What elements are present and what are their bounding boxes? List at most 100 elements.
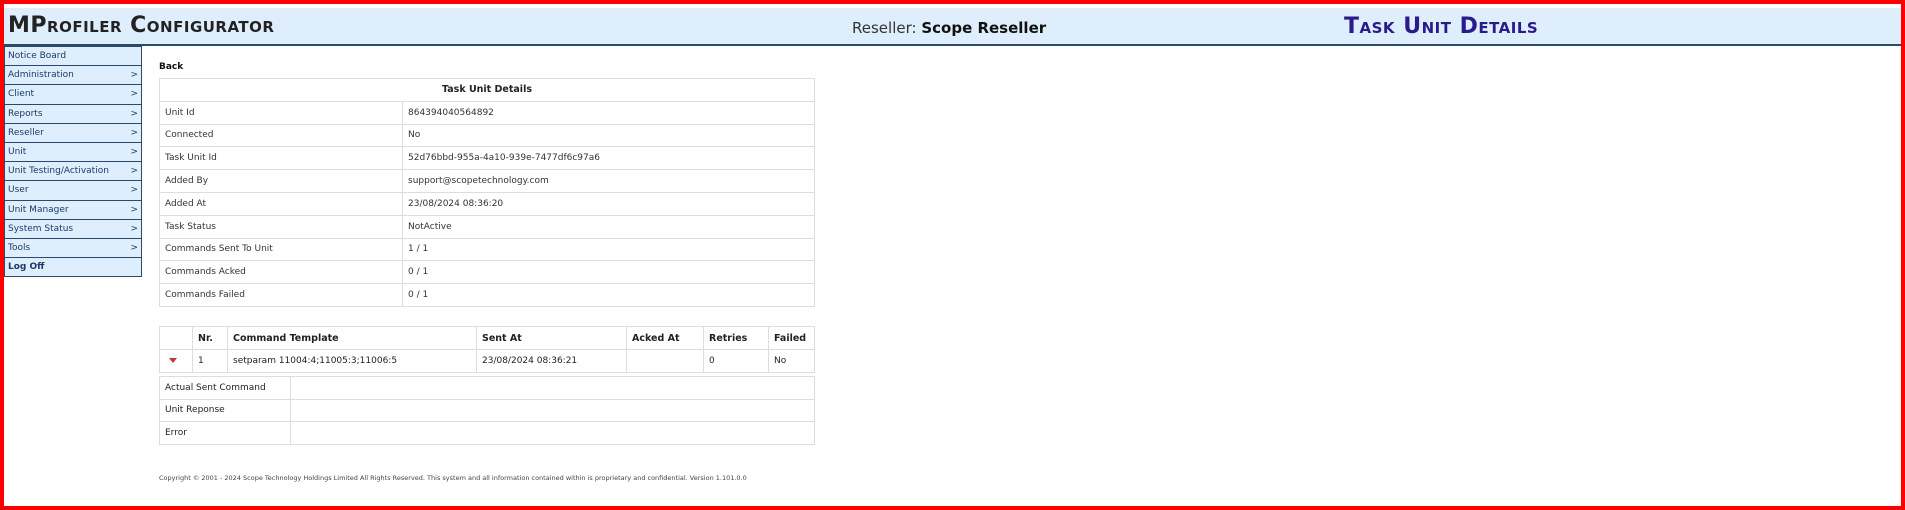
sidebar-item-unit-testing[interactable]: Unit Testing/Activation >	[5, 162, 141, 182]
table-row: Task Status NotActive	[159, 214, 815, 239]
page-frame: MProfiler Configurator Reseller: Scope R…	[4, 4, 1901, 506]
table-row: Added At 23/08/2024 08:36:20	[159, 191, 815, 216]
sidebar-item-label: Unit Manager	[8, 204, 69, 215]
sidebar-item-log-off[interactable]: Log Off	[5, 258, 141, 276]
chevron-right-icon: >	[130, 242, 138, 253]
chevron-right-icon: >	[130, 89, 138, 100]
sub-value	[290, 421, 815, 445]
detail-value: No	[402, 123, 815, 148]
detail-label: Task Status	[159, 214, 403, 239]
sidebar-item-unit-manager[interactable]: Unit Manager >	[5, 201, 141, 220]
table-row: Connected No	[159, 123, 815, 148]
col-header-expand	[159, 326, 193, 350]
chevron-right-icon: >	[130, 127, 138, 138]
table-row: Task Unit Id 52d76bbd-955a-4a10-939e-7477…	[159, 146, 815, 171]
cell-retries: 0	[703, 349, 769, 373]
table-row: Error	[159, 421, 815, 445]
chevron-right-icon: >	[130, 223, 138, 234]
chevron-right-icon: >	[130, 185, 138, 196]
sidebar-item-label: Reports	[8, 108, 43, 119]
detail-value: 0 / 1	[402, 260, 815, 285]
table-row: Commands Failed 0 / 1	[159, 283, 815, 307]
detail-label: Unit Id	[159, 100, 403, 125]
sidebar-item-unit[interactable]: Unit >	[5, 143, 141, 163]
chevron-right-icon: >	[130, 166, 138, 177]
detail-value: support@scopetechnology.com	[402, 169, 815, 193]
back-link[interactable]: Back	[159, 62, 183, 72]
sub-value	[290, 376, 815, 400]
cell-acked-at	[626, 349, 704, 373]
detail-value: 1 / 1	[402, 237, 815, 262]
sidebar-item-label: Unit Testing/Activation	[8, 166, 109, 177]
app-title: MProfiler Configurator	[8, 13, 275, 38]
col-header-nr: Nr.	[192, 326, 228, 350]
sidebar-menu: Notice Board Administration > Client > Rep…	[4, 46, 142, 278]
col-header-sent-at: Sent At	[476, 326, 627, 350]
detail-label: Added At	[159, 191, 403, 216]
sidebar-item-reseller[interactable]: Reseller >	[5, 124, 141, 143]
detail-label: Connected	[159, 123, 403, 148]
sidebar-item-label: Tools	[8, 242, 31, 253]
col-header-retries: Retries	[703, 326, 769, 350]
sidebar-item-reports[interactable]: Reports >	[5, 105, 141, 124]
detail-value: 23/08/2024 08:36:20	[402, 191, 815, 216]
sidebar-item-client[interactable]: Client >	[5, 85, 141, 105]
sub-label: Error	[159, 421, 291, 445]
command-detail-table: Actual Sent Command Unit Reponse Error	[159, 376, 815, 445]
detail-value: 52d76bbd-955a-4a10-939e-7477df6c97a6	[402, 146, 815, 171]
detail-label: Commands Sent To Unit	[159, 237, 403, 262]
chevron-right-icon: >	[130, 204, 138, 215]
sidebar-item-label: Client	[8, 89, 35, 100]
page-title: Task Unit Details	[1344, 14, 1539, 39]
reseller-label: Reseller:	[852, 19, 917, 37]
details-heading: Task Unit Details	[159, 78, 815, 102]
table-row: Commands Sent To Unit 1 / 1	[159, 237, 815, 262]
sub-label: Actual Sent Command	[159, 376, 291, 400]
sidebar-item-notice-board[interactable]: Notice Board	[5, 47, 141, 67]
detail-value: 0 / 1	[402, 283, 815, 307]
sidebar-item-label: Reseller	[8, 127, 44, 138]
sidebar-item-system-status[interactable]: System Status >	[5, 220, 141, 239]
sidebar-item-label: Administration	[8, 70, 74, 81]
detail-label: Commands Acked	[159, 260, 403, 285]
table-row: Actual Sent Command	[159, 376, 815, 400]
detail-label: Added By	[159, 169, 403, 193]
sidebar-item-label: Unit	[8, 146, 27, 157]
caret-down-icon[interactable]	[169, 358, 177, 363]
cell-failed: No	[768, 349, 815, 373]
commands-header-row: Nr. Command Template Sent At Acked At Re…	[159, 326, 815, 350]
sidebar-item-user[interactable]: User >	[5, 181, 141, 201]
sub-label: Unit Reponse	[159, 398, 291, 422]
table-row: Commands Acked 0 / 1	[159, 260, 815, 285]
cell-sent-at: 23/08/2024 08:36:21	[476, 349, 627, 373]
reseller-name: Scope Reseller	[921, 19, 1047, 37]
col-header-failed: Failed	[768, 326, 815, 350]
detail-label: Commands Failed	[159, 283, 403, 307]
task-unit-details-table: Task Unit Details Unit Id 864394040564892…	[159, 78, 815, 307]
detail-value: 864394040564892	[402, 100, 815, 125]
col-header-command-template: Command Template	[227, 326, 477, 350]
detail-label: Task Unit Id	[159, 146, 403, 171]
col-header-acked-at: Acked At	[626, 326, 704, 350]
chevron-right-icon: >	[130, 108, 138, 119]
cell-command-template: setparam 11004:4;11005:3;11006:5	[227, 349, 477, 373]
sidebar-item-label: User	[8, 185, 29, 196]
sidebar-item-administration[interactable]: Administration >	[5, 66, 141, 86]
expand-cell	[159, 349, 193, 373]
table-row: Unit Reponse	[159, 398, 815, 422]
sidebar-item-tools[interactable]: Tools >	[5, 239, 141, 259]
table-row: Added By support@scopetechnology.com	[159, 169, 815, 193]
cell-nr: 1	[192, 349, 228, 373]
top-bar: MProfiler Configurator Reseller: Scope R…	[4, 8, 1901, 46]
details-header-row: Task Unit Details	[159, 78, 815, 102]
reseller-info: Reseller: Scope Reseller	[852, 19, 1046, 37]
chevron-right-icon: >	[130, 70, 138, 81]
chevron-right-icon: >	[130, 146, 138, 157]
table-row: Unit Id 864394040564892	[159, 100, 815, 125]
commands-table: Nr. Command Template Sent At Acked At Re…	[159, 326, 815, 373]
sidebar-item-label: Log Off	[8, 262, 45, 273]
sub-value	[290, 398, 815, 422]
detail-value: NotActive	[402, 214, 815, 239]
sidebar-item-label: Notice Board	[8, 51, 67, 61]
footer-copyright: Copyright © 2001 - 2024 Scope Technology…	[159, 474, 747, 482]
